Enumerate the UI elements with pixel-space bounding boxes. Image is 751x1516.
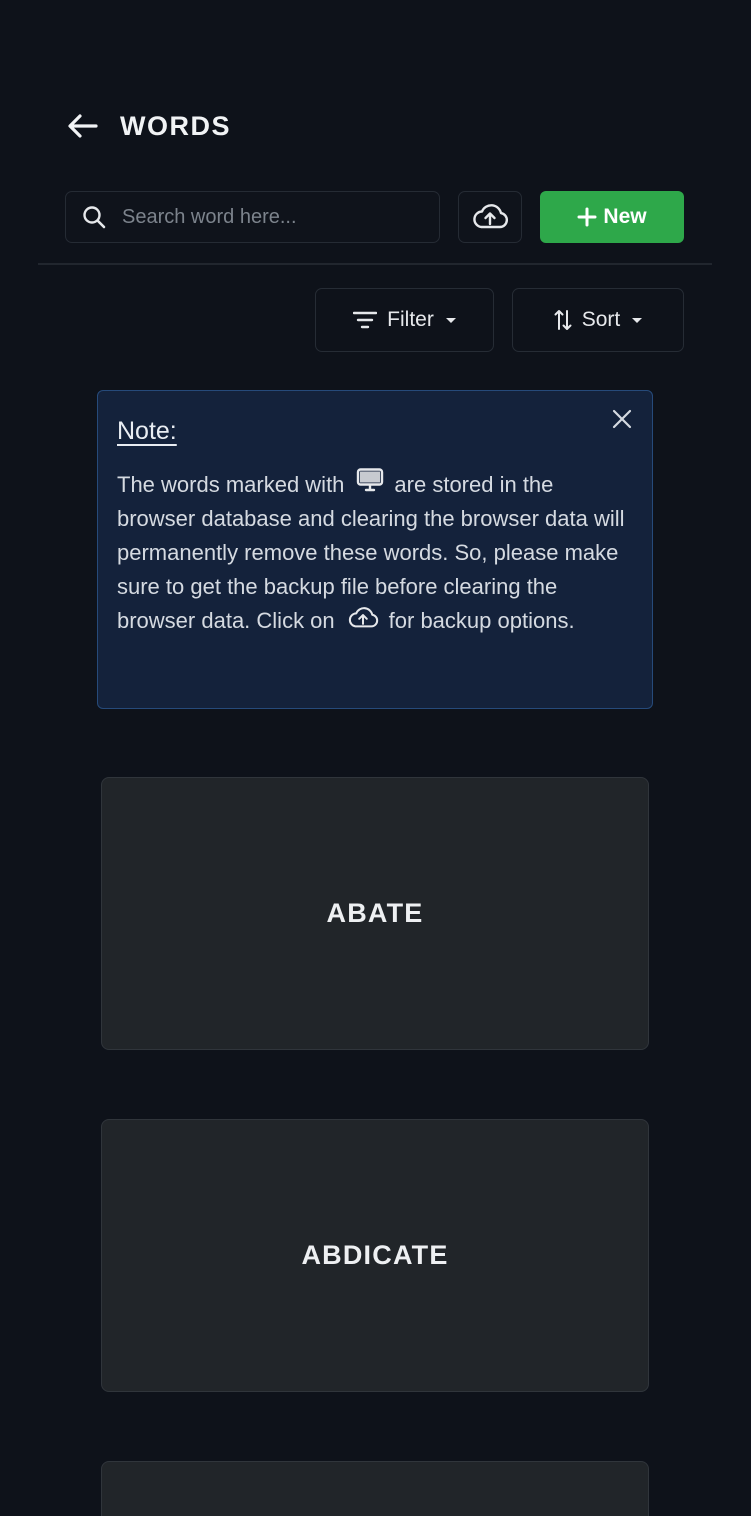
- new-button-label: New: [603, 205, 647, 228]
- filter-dropdown[interactable]: Filter: [315, 288, 494, 352]
- word-card[interactable]: ABATE: [101, 777, 649, 1050]
- word-card[interactable]: [101, 1461, 649, 1516]
- page-title: WORDS: [120, 110, 231, 141]
- search-box: [65, 191, 440, 243]
- cloud-upload-icon: [348, 607, 378, 628]
- close-icon: [612, 409, 632, 429]
- filter-icon: [353, 311, 378, 329]
- filter-label: Filter: [387, 308, 434, 331]
- header: WORDS: [64, 108, 231, 144]
- arrow-left-icon: [68, 114, 98, 138]
- sort-label: Sort: [581, 308, 621, 331]
- backup-button[interactable]: [458, 191, 522, 243]
- note-title: Note:: [117, 417, 177, 445]
- new-word-button[interactable]: New: [540, 191, 684, 243]
- note-text: The words marked with are stored in the …: [117, 468, 634, 638]
- close-button[interactable]: [610, 407, 634, 431]
- plus-icon: [577, 207, 597, 227]
- note-alert: Note: The words marked with are stored i…: [97, 390, 653, 709]
- word-label: ABATE: [326, 898, 424, 928]
- word-label: ABDICATE: [301, 1240, 449, 1270]
- caret-down-icon: [632, 317, 643, 323]
- cloud-upload-icon: [473, 204, 509, 229]
- search-input[interactable]: [122, 192, 439, 242]
- words-page: WORDS New Filter Sort: [0, 0, 751, 1516]
- note-text-part3: for backup options.: [388, 608, 575, 633]
- word-card[interactable]: ABDICATE: [101, 1119, 649, 1392]
- back-button[interactable]: [64, 108, 100, 144]
- computer-icon: [357, 468, 384, 492]
- divider: [38, 263, 712, 265]
- caret-down-icon: [445, 317, 456, 323]
- sort-icon: [554, 310, 572, 330]
- search-icon: [66, 205, 122, 229]
- sort-dropdown[interactable]: Sort: [512, 288, 684, 352]
- note-text-part1: The words marked with: [117, 472, 345, 497]
